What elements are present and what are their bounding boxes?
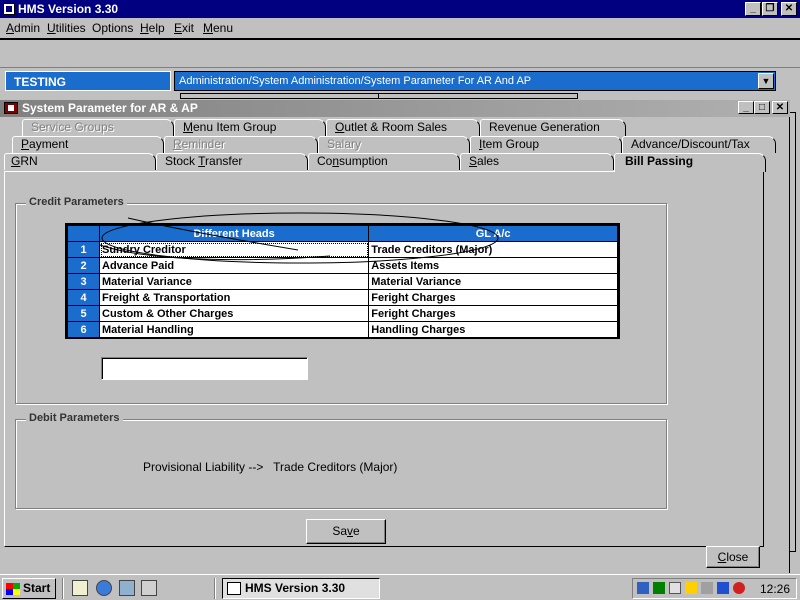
save-button[interactable]: Save [306,519,386,544]
window-icon [4,102,18,114]
tab-menu-item-group[interactable]: Menu Item Group [174,119,326,136]
table-row[interactable]: 4 Freight & Transportation Feright Charg… [67,289,618,306]
app-icon [3,3,15,15]
row-number[interactable]: 4 [67,289,100,306]
gl-account-cell[interactable]: Material Variance [368,273,618,290]
chevron-down-icon[interactable]: ▼ [758,73,774,89]
app-window-icon [227,582,241,595]
app-title: HMS Version 3.30 [18,2,119,16]
gl-account-cell[interactable]: Feright Charges [368,289,618,306]
row-number[interactable]: 1 [67,241,100,258]
connection-icon[interactable] [717,582,729,594]
menu-admin[interactable]: Admin [6,21,40,35]
table-row[interactable]: 5 Custom & Other Charges Feright Charges [67,305,618,322]
menu-help[interactable]: Help [140,21,165,35]
row-number[interactable]: 5 [67,305,100,322]
close-form-button[interactable]: Close [706,546,760,568]
child-close-button[interactable]: ✕ [772,101,788,114]
outlook-express-icon[interactable] [119,580,135,596]
menu-bar: Admin Utilities Options Help Exit Menu [0,18,800,38]
maximize-button[interactable]: ❐ [762,2,778,16]
clock[interactable]: 12:26 [760,582,790,596]
tab-bill-passing[interactable]: Bill Passing [614,153,766,172]
taskbar-hms-button[interactable]: HMS Version 3.30 [222,578,380,599]
tab-sales[interactable]: Sales [460,153,614,170]
windows-logo-icon [6,583,20,595]
gl-account-cell[interactable]: Feright Charges [368,305,618,322]
head-cell[interactable]: Material Variance [98,273,370,290]
tab-advance-discount-tax[interactable]: Advance/Discount/Tax [622,136,776,153]
navigation-path-text: Administration/System Administration/Sys… [179,75,532,87]
credit-parameters-grid[interactable]: Different Heads GL A/c 1 Sundry Creditor… [65,223,620,339]
keyboard-icon[interactable] [701,582,713,594]
child-minimize-button[interactable]: _ [738,101,754,114]
head-cell[interactable]: Sundry Creditor [98,241,370,258]
system-tray: 12:26 [632,578,797,599]
volume-icon[interactable] [685,582,697,594]
alert-icon[interactable] [733,582,745,594]
start-button[interactable]: Start [2,578,56,599]
column-header-different-heads[interactable]: Different Heads [98,225,370,242]
menu-exit[interactable]: Exit [174,21,194,35]
menu-menu[interactable]: Menu [203,21,233,35]
environment-label: TESTING [5,71,171,91]
tab-stock-transfer[interactable]: Stock Transfer [156,153,308,170]
provisional-liability-text: Provisional Liability --> Trade Creditor… [143,460,398,474]
menu-options[interactable]: Options [92,21,133,35]
row-number[interactable]: 3 [67,273,100,290]
table-row[interactable]: 6 Material Handling Handling Charges [67,321,618,338]
gl-account-cell[interactable]: Trade Creditors (Major) [368,241,618,258]
table-row[interactable]: 3 Material Variance Material Variance [67,273,618,290]
menu-utilities[interactable]: Utilities [47,21,86,35]
tab-outlet-room-sales[interactable]: Outlet & Room Sales [326,119,480,136]
tab-grn[interactable]: GRN [4,153,156,170]
credit-parameters-label: Credit Parameters [26,196,127,208]
navigation-path-combo[interactable]: Administration/System Administration/Sys… [174,71,776,91]
gl-account-cell[interactable]: Assets Items [368,257,618,274]
row-number[interactable]: 6 [67,321,100,338]
tab-reminder: Reminder [164,136,318,153]
head-cell[interactable]: Material Handling [98,321,370,338]
child-maximize-button[interactable]: □ [754,101,770,114]
gl-account-cell[interactable]: Handling Charges [368,321,618,338]
show-desktop-icon[interactable] [72,580,88,596]
column-header-gl-account[interactable]: GL A/c [368,225,618,242]
tab-payment[interactable]: Payment [12,136,164,153]
row-number[interactable]: 2 [67,257,100,274]
taskbar-divider [62,578,64,599]
taskbar: Start HMS Version 3.30 12:26 [0,574,800,600]
tab-service-groups: Service Groups [22,119,174,136]
network-icon[interactable] [637,582,649,594]
debit-parameters-label: Debit Parameters [26,412,123,424]
app-title-bar[interactable]: HMS Version 3.30 _ ❐ ✕ [0,0,800,18]
table-row[interactable]: 1 Sundry Creditor Trade Creditors (Major… [67,241,618,258]
mouse-icon[interactable] [669,582,681,594]
toolbar-area [0,38,800,68]
grid-edit-input[interactable] [101,357,308,380]
tab-revenue-generation[interactable]: Revenue Generation [480,119,626,136]
head-cell[interactable]: Freight & Transportation [98,289,370,306]
stacked-window-edge [378,93,578,99]
table-row[interactable]: 2 Advance Paid Assets Items [67,257,618,274]
head-cell[interactable]: Advance Paid [98,257,370,274]
grid-corner [67,225,100,242]
minimize-button[interactable]: _ [745,2,761,16]
child-window-title-bar[interactable]: System Parameter for AR & AP _ □ ✕ [0,100,790,117]
head-cell[interactable]: Custom & Other Charges [98,305,370,322]
tab-consumption[interactable]: Consumption [308,153,460,170]
taskbar-divider [214,578,216,599]
tab-salary: Salary [318,136,470,153]
tab-item-group[interactable]: Item Group [470,136,622,153]
channels-icon[interactable] [141,580,157,596]
antivirus-icon[interactable] [653,582,665,594]
stacked-window-edge [180,93,380,99]
close-button[interactable]: ✕ [781,2,797,16]
internet-explorer-icon[interactable] [96,580,112,596]
child-window-title: System Parameter for AR & AP [22,101,198,115]
